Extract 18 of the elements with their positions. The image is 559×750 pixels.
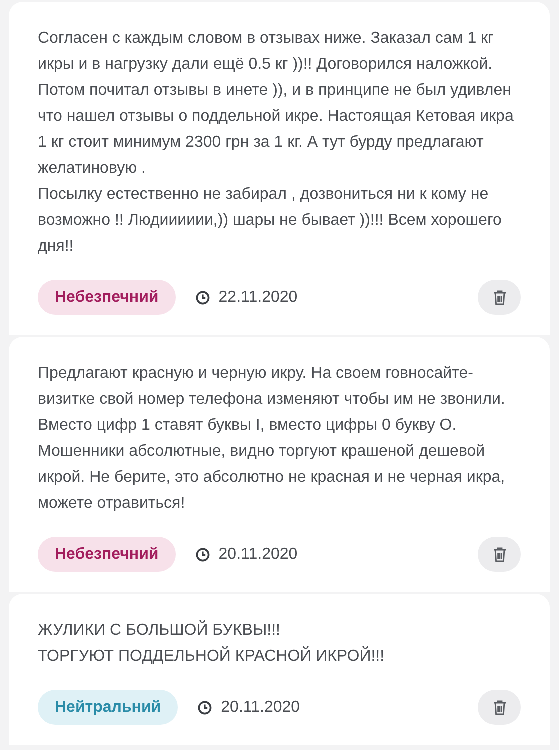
delete-button[interactable] (478, 690, 521, 725)
review-date: 20.11.2020 (218, 546, 298, 564)
rating-badge: Небезпечний (38, 537, 176, 572)
review-text: ЖУЛИКИ С БОЛЬШОЙ БУКВЫ!!! ТОРГУЮТ ПОДДЕЛЬНОЙ КРАСНОЙ ИКРОЙ!!! (38, 620, 386, 667)
trash-icon (492, 700, 506, 716)
review-date: 22.11.2020 (218, 288, 298, 306)
review-date: 20.11.2020 (221, 698, 300, 716)
delete-button[interactable] (478, 537, 521, 572)
clock-icon (196, 548, 210, 562)
trash-icon (492, 290, 506, 306)
review-text: Предлагают красную и черную икру. На своем говносайте-визитке свой номер телефона изменяют чтобы им не звонили. Вместо цифр 1 ставят буквы I, вместо цифры 0 букву О. Мошенники абсолютные, видно торгуют крашеной дешевой икрой. Не берите, это абсолютно не красная и не черная икра, можете отравиться! (38, 364, 506, 514)
rating-badge: Небезпечний (38, 280, 176, 315)
clock-icon (196, 290, 210, 304)
review-text: Согласен с каждым словом в отзывах ниже. Заказал сам 1 кг икры и в нагрузку дали ещё 0.5 кг ))!! Договорился наложкой. Потом почитал отзывы в инете )), и в принципе не был удивлен что нашел отзывы о поддельной икре. Настоящая Кетовая икра 1 кг стоит минимум 2300 грн за 1 кг. А тут бурду предлагают желатиновую . Посылку естественно не забирал , дозвониться ни к кому не возможно !! Людииииии,)) шары не бывает ))!!! Всем хорошего дня!! (38, 29, 515, 257)
trash-icon (492, 546, 506, 562)
clock-icon (198, 700, 212, 714)
rating-badge: Нейтральний (38, 690, 178, 725)
delete-button[interactable] (478, 280, 521, 315)
